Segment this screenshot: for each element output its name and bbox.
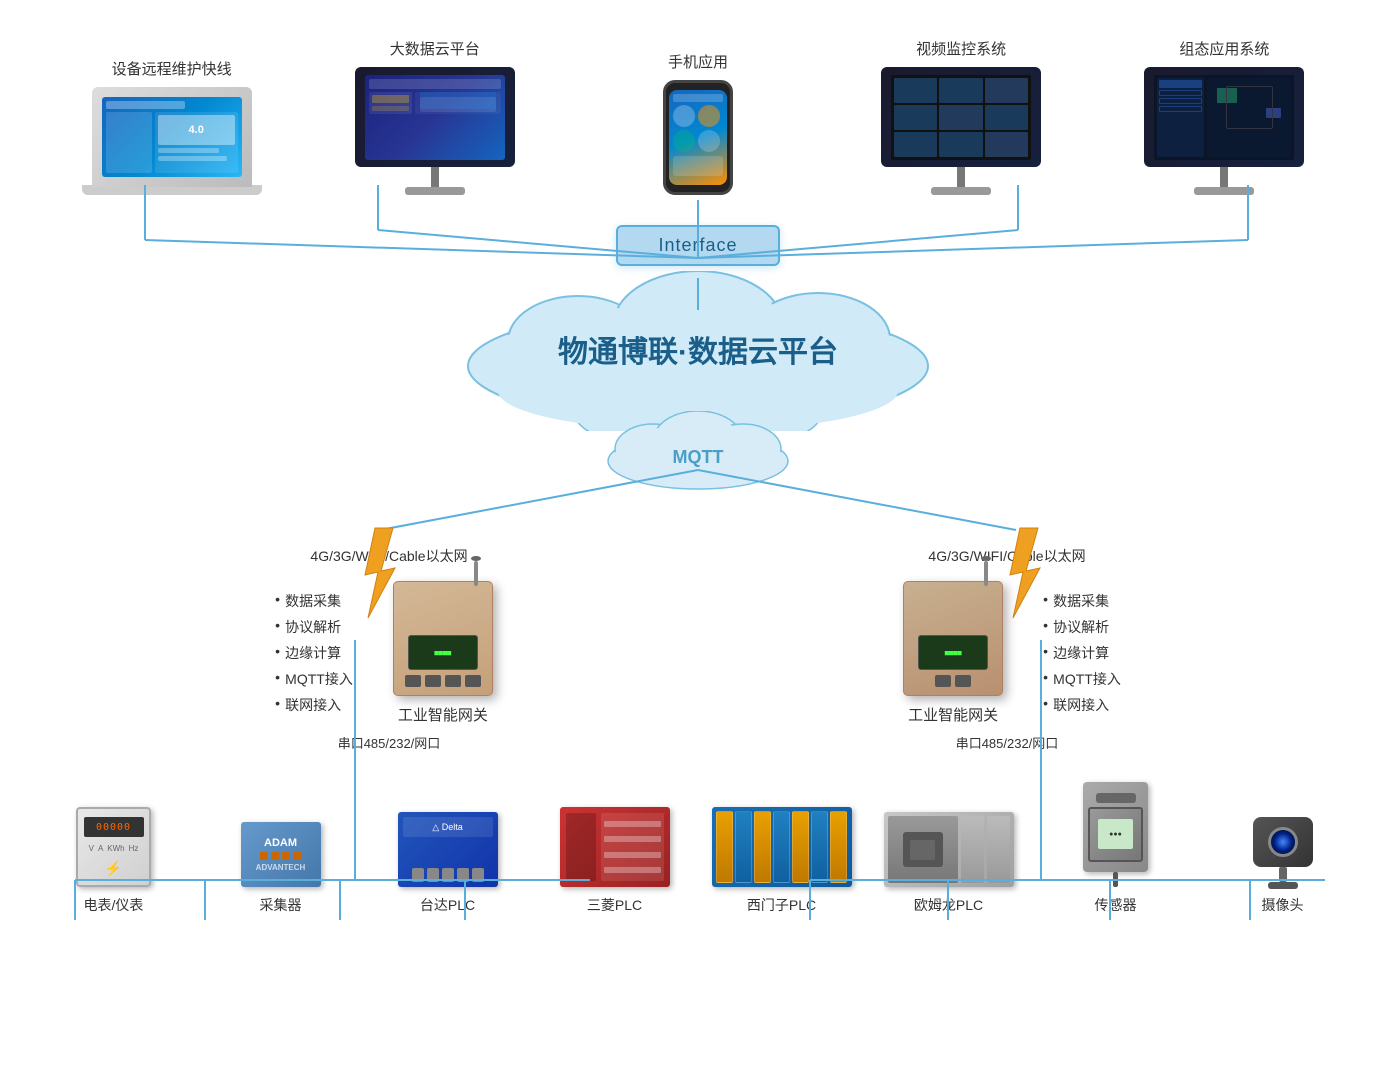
device-laptop-label: 设备远程维护快线 — [112, 58, 232, 79]
feature-item: MQTT接入 — [1043, 669, 1121, 689]
gateway-right-network: 4G/3G/WIFI/Cable以太网 — [928, 546, 1085, 566]
cloud-platform-name: 物通博联·数据云平台 — [558, 327, 838, 371]
siemens-plc-label: 西门子PLC — [747, 895, 816, 915]
cloud-shape: 物通博联·数据云平台 — [448, 271, 948, 431]
omron-plc-icon — [884, 812, 1014, 887]
meter-icon: 00000 VAKWhHz ⚡ — [76, 807, 151, 887]
device-scada-label: 组态应用系统 — [1179, 38, 1269, 59]
delta-plc-icon: △ Delta — [398, 812, 498, 887]
gateway-left-features: 数据采集 协议解析 边缘计算 MQTT接入 联网接入 — [275, 591, 353, 715]
gateway-right-features: 数据采集 协议解析 边缘计算 MQTT接入 联网接入 — [1043, 591, 1121, 715]
gateway-right-device: ■■■■ 工业智能网关 — [893, 581, 1013, 725]
laptop-screen: 4.0 — [92, 87, 252, 187]
device-video-label: 视频监控系统 — [916, 38, 1006, 59]
feature-item: 协议解析 — [1043, 617, 1121, 637]
collector-icon: ADAM ADVANTECH — [241, 822, 321, 887]
device-camera: 摄像头 — [1213, 817, 1353, 915]
scada-monitor — [1144, 67, 1304, 167]
device-phone-label: 手机应用 — [668, 51, 728, 72]
gateway-left-device: ■■■■ 工业智能网关 — [383, 581, 503, 725]
gateway-left-serial: 串口485/232/网口 — [338, 733, 441, 752]
feature-item: 协议解析 — [275, 617, 353, 637]
siemens-plc-icon — [712, 807, 852, 887]
delta-plc-label: 台达PLC — [420, 895, 475, 915]
device-scada: 组态应用系统 — [1134, 38, 1314, 195]
omron-plc-label: 欧姆龙PLC — [914, 895, 983, 915]
device-siemens-plc: 西门子PLC — [712, 807, 852, 915]
device-phone: 手机应用 — [608, 51, 788, 195]
interface-section: Interface — [0, 225, 1396, 266]
svg-text:MQTT: MQTT — [673, 447, 724, 467]
bottom-devices-row: 00000 VAKWhHz ⚡ 电表/仪表 ADAM ADVANTECH — [0, 782, 1396, 935]
device-bigdata: 大数据云平台 — [345, 38, 525, 195]
video-monitor — [881, 67, 1041, 167]
feature-item: 边缘计算 — [1043, 643, 1121, 663]
phone-screen — [669, 90, 727, 185]
interface-box: Interface — [616, 225, 779, 266]
gateway-right: 4G/3G/WIFI/Cable以太网 ■■■■ — [797, 546, 1217, 752]
gateway-row: 4G/3G/WIFI/Cable以太网 数据采集 协议解析 边缘计算 MQTT接… — [0, 546, 1396, 752]
feature-item: 数据采集 — [275, 591, 353, 611]
device-delta-plc: △ Delta 台达PLC — [378, 812, 518, 915]
device-laptop: 设备远程维护快线 4.0 — [82, 58, 262, 195]
device-video: 视频监控系统 — [871, 38, 1051, 195]
feature-item: 联网接入 — [1043, 695, 1121, 715]
meter-label: 电表/仪表 — [84, 895, 144, 915]
feature-item: 数据采集 — [1043, 591, 1121, 611]
interface-label: Interface — [658, 235, 737, 255]
gateway-left-network: 4G/3G/WIFI/Cable以太网 — [310, 546, 467, 566]
gateway-left: 4G/3G/WIFI/Cable以太网 数据采集 协议解析 边缘计算 MQTT接… — [179, 546, 599, 752]
camera-icon — [1253, 817, 1313, 867]
mitsubishi-plc-icon — [560, 807, 670, 887]
device-sensor: ●●● 传感器 — [1046, 782, 1186, 915]
device-mitsu-plc: 三菱PLC — [545, 807, 685, 915]
sensor-label: 传感器 — [1095, 895, 1137, 915]
device-bigdata-label: 大数据云平台 — [390, 38, 480, 59]
bigdata-monitor — [355, 67, 515, 167]
gateway-right-label: 工业智能网关 — [908, 704, 998, 725]
device-omron-plc: 欧姆龙PLC — [879, 812, 1019, 915]
mitsubishi-plc-label: 三菱PLC — [587, 895, 642, 915]
phone-body — [663, 80, 733, 195]
sensor-icon: ●●● — [1083, 782, 1148, 872]
gateway-left-label: 工业智能网关 — [398, 704, 488, 725]
cloud-section: 物通博联·数据云平台 MQTT — [0, 271, 1396, 491]
gateway-right-serial: 串口485/232/网口 — [956, 733, 1059, 752]
feature-item: MQTT接入 — [275, 669, 353, 689]
camera-label: 摄像头 — [1262, 895, 1304, 915]
feature-item: 联网接入 — [275, 695, 353, 715]
device-collector: ADAM ADVANTECH 采集器 — [211, 822, 351, 915]
collector-label: 采集器 — [260, 895, 302, 915]
device-meter: 00000 VAKWhHz ⚡ 电表/仪表 — [44, 807, 184, 915]
feature-item: 边缘计算 — [275, 643, 353, 663]
